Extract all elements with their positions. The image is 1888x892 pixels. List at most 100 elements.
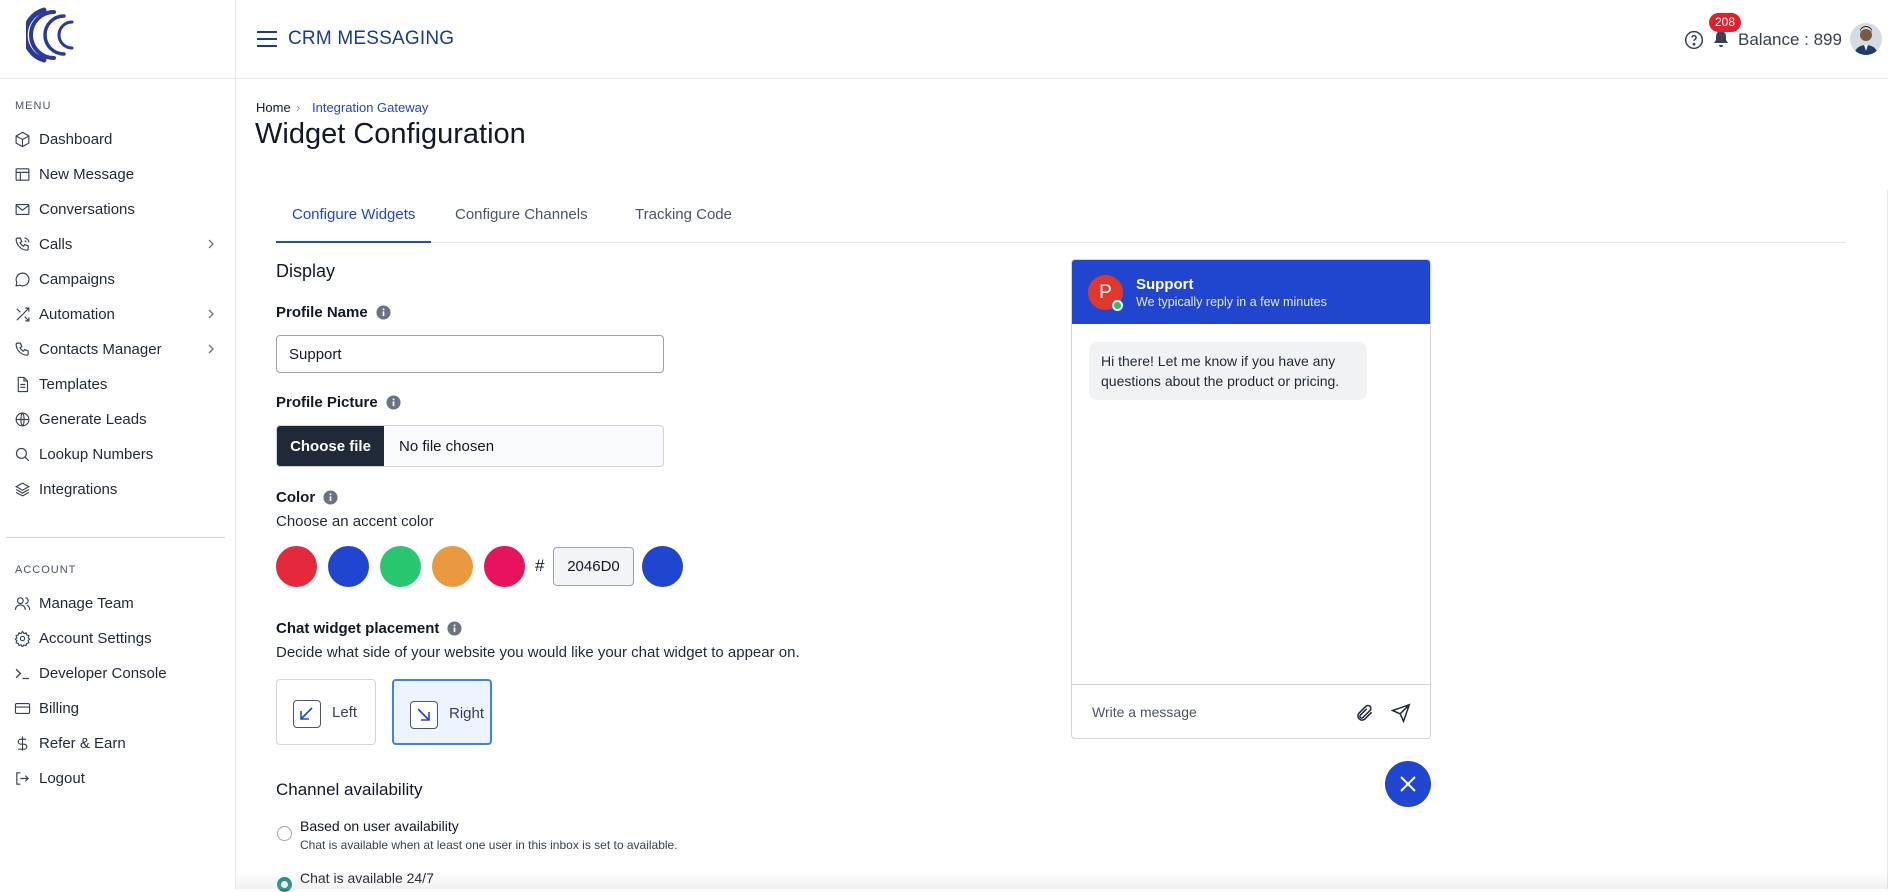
hex-color-input[interactable]: 2046D0 [553, 547, 634, 586]
sidebar-item-label: Developer Console [39, 665, 167, 682]
info-icon[interactable] [447, 621, 462, 636]
close-icon [1400, 776, 1416, 792]
breadcrumb-home[interactable]: Home [256, 100, 291, 115]
sidebar-item-account-settings[interactable]: Account Settings [0, 621, 236, 656]
sidebar-item-templates[interactable]: Templates [0, 367, 236, 402]
sidebar-item-campaigns[interactable]: Campaigns [0, 262, 236, 297]
profile-picture-upload[interactable]: Choose file No file chosen [276, 425, 664, 467]
phone-icon [14, 236, 31, 253]
sidebar-item-generate-leads[interactable]: Generate Leads [0, 402, 236, 437]
tab-configure-widgets[interactable]: Configure Widgets [276, 188, 432, 243]
placement-label: Chat widget placement [276, 620, 462, 637]
choose-file-button[interactable]: Choose file [277, 426, 384, 466]
paperclip-icon[interactable] [1355, 703, 1375, 723]
chevron-right-icon [206, 344, 216, 354]
profile-name-input[interactable] [276, 335, 664, 373]
radio-always-available-title: Chat is available 24/7 [300, 870, 434, 886]
sidebar-item-label: Generate Leads [39, 411, 147, 428]
placement-label-text: Chat widget placement [276, 620, 440, 637]
sidebar-item-label: Campaigns [39, 271, 115, 288]
sidebar-item-label: Integrations [39, 481, 118, 498]
radio-always-available[interactable] [277, 877, 292, 892]
placement-helper-text: Decide what side of your website you wou… [276, 644, 800, 661]
sidebar-item-billing[interactable]: Billing [0, 691, 236, 726]
tab-bar: Configure Widgets Configure Channels Tra… [276, 188, 1846, 243]
tab-configure-channels[interactable]: Configure Channels [439, 188, 604, 243]
sidebar-item-label: Account Settings [39, 630, 152, 647]
envelope-icon [14, 201, 31, 218]
sidebar-item-label: Contacts Manager [39, 341, 162, 358]
online-status-dot [1112, 300, 1123, 311]
channel-availability-title: Channel availability [276, 780, 423, 799]
color-label: Color [276, 489, 338, 506]
sidebar-item-automation[interactable]: Automation [0, 297, 236, 332]
color-swatch-green[interactable] [380, 546, 421, 587]
bottom-fade [236, 870, 1888, 889]
shuffle-icon [14, 306, 31, 323]
color-helper-text: Choose an accent color [276, 513, 434, 530]
balance-text: Balance : 899 [1738, 30, 1842, 49]
sidebar-item-refer-earn[interactable]: Refer & Earn [0, 726, 236, 761]
sidebar-item-label: New Message [39, 166, 135, 183]
profile-picture-label-text: Profile Picture [276, 394, 378, 411]
user-avatar[interactable] [1850, 23, 1882, 55]
radio-user-availability-desc: Chat is available when at least one user… [300, 838, 678, 852]
menu-toggle-icon[interactable] [256, 29, 278, 49]
chat-message-bubble: Hi there! Let me know if you have any qu… [1089, 342, 1367, 400]
sidebar-item-contacts-manager[interactable]: Contacts Manager [0, 332, 236, 367]
breadcrumb-separator-icon: › [296, 100, 301, 115]
tab-tracking-code[interactable]: Tracking Code [619, 188, 748, 243]
placement-right-option[interactable]: Right [392, 679, 492, 745]
info-icon[interactable] [386, 395, 401, 410]
info-icon[interactable] [323, 490, 338, 505]
arrow-down-left-icon [293, 700, 321, 728]
hex-prefix: # [535, 556, 545, 575]
sidebar-item-developer-console[interactable]: Developer Console [0, 656, 236, 691]
sidebar-item-label: Automation [39, 306, 115, 323]
chevron-right-icon [206, 239, 216, 249]
profile-picture-label: Profile Picture [276, 394, 401, 411]
placement-left-label: Left [332, 704, 358, 721]
sidebar-item-label: Lookup Numbers [39, 446, 154, 463]
chevron-right-icon [206, 309, 216, 319]
chat-bubble-icon [14, 271, 31, 288]
file-status-text: No file chosen [399, 438, 495, 455]
sidebar: MENU Dashboard New Message Conversations… [0, 0, 236, 889]
send-icon[interactable] [1391, 703, 1411, 723]
sidebar-item-label: Refer & Earn [39, 735, 126, 752]
table-icon [14, 166, 31, 183]
search-icon [14, 446, 31, 463]
close-chat-button[interactable] [1385, 761, 1431, 807]
sidebar-item-manage-team[interactable]: Manage Team [0, 586, 236, 621]
display-section-title: Display [276, 261, 336, 281]
sidebar-item-logout[interactable]: Logout [0, 761, 236, 796]
credit-card-icon [14, 700, 31, 717]
placement-left-option[interactable]: Left [276, 679, 376, 745]
radio-user-availability[interactable] [277, 826, 292, 841]
sidebar-item-conversations[interactable]: Conversations [0, 192, 236, 227]
bell-icon[interactable] [1713, 30, 1729, 48]
color-swatch-pink[interactable] [484, 546, 525, 587]
help-icon[interactable] [1684, 30, 1704, 50]
sidebar-item-label: Dashboard [39, 131, 113, 148]
sidebar-item-lookup-numbers[interactable]: Lookup Numbers [0, 437, 236, 472]
color-swatch-red[interactable] [276, 546, 317, 587]
profile-name-label-text: Profile Name [276, 304, 368, 321]
color-label-text: Color [276, 489, 316, 506]
info-icon[interactable] [376, 305, 391, 320]
sidebar-divider [6, 537, 225, 538]
sidebar-item-label: Conversations [39, 201, 135, 218]
sidebar-item-dashboard[interactable]: Dashboard [0, 122, 236, 157]
chat-header: P Support We typically reply in a few mi… [1072, 260, 1430, 324]
sidebar-item-calls[interactable]: Calls [0, 227, 236, 262]
brand-logo[interactable] [26, 4, 82, 66]
breadcrumb-current[interactable]: Integration Gateway [312, 100, 428, 115]
sidebar-item-label: Manage Team [39, 595, 134, 612]
sidebar-item-new-message[interactable]: New Message [0, 157, 236, 192]
sidebar-item-label: Billing [39, 700, 80, 717]
account-section-label: ACCOUNT [15, 564, 77, 576]
chat-message-input[interactable]: Write a message [1092, 704, 1197, 720]
color-swatch-orange[interactable] [432, 546, 473, 587]
sidebar-item-integrations[interactable]: Integrations [0, 472, 236, 507]
color-swatch-blue[interactable] [328, 546, 369, 587]
